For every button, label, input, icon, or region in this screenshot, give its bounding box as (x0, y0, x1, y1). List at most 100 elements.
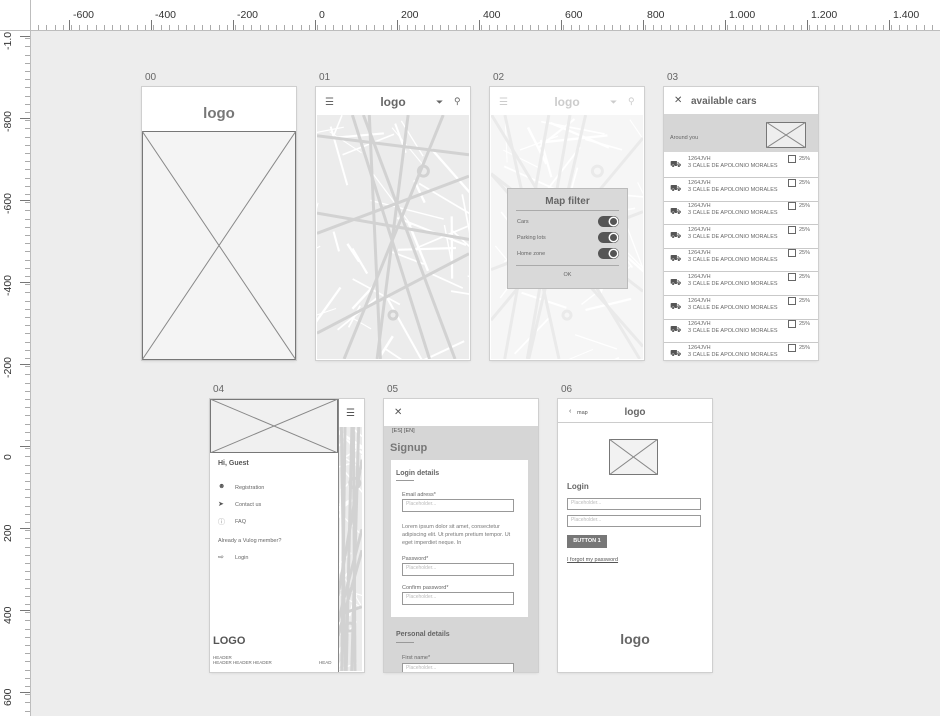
ruler-label: 800 (647, 9, 665, 21)
car-battery-percent: 25% (799, 156, 811, 162)
around-you-label: Around you (670, 135, 699, 141)
filter-label-cars: Cars (517, 219, 529, 225)
car-address: 3 CALLE DE APOLONIO MORALES (688, 233, 778, 240)
car-address: 3 CALLE DE APOLONIO MORALES (688, 186, 778, 193)
artboard-label-05[interactable]: 05 (387, 384, 398, 395)
ruler-label: -200 (237, 9, 259, 21)
car-icon: ⛟ (670, 277, 682, 287)
car-list-item[interactable]: ⛟ 1264JVH 3 CALLE DE APOLONIO MORALES 25% (664, 295, 818, 320)
login-heading: Login (567, 482, 589, 491)
password-label: Password* (402, 556, 429, 562)
artboard-label-00[interactable]: 00 (145, 72, 156, 83)
email-input[interactable]: Placeholder... (402, 499, 514, 512)
hamburger-menu-icon[interactable]: ☰ (346, 408, 355, 419)
artboard-00-splash[interactable]: logo (142, 87, 296, 360)
car-list-item[interactable]: ⛟ 1264JVH 3 CALLE DE APOLONIO MORALES 25% (664, 153, 818, 178)
car-list-item[interactable]: ⛟ 1264JVH 3 CALLE DE APOLONIO MORALES 25% (664, 318, 818, 344)
footer-logo: LOGO (213, 635, 246, 647)
username-input[interactable]: Placeholder... (567, 498, 701, 510)
city-map-behind (338, 427, 362, 671)
toggle-cars[interactable] (598, 216, 619, 227)
car-icon: ⛟ (670, 182, 682, 193)
filter-icon[interactable]: ⏷ (436, 97, 443, 108)
ruler-label: 1.000 (729, 9, 756, 21)
ruler-corner (0, 0, 31, 31)
artboard-label-01[interactable]: 01 (319, 72, 330, 83)
artboard-06-login[interactable]: ‹ map logo Login Placeholder... Placehol… (558, 399, 712, 672)
battery-icon (788, 178, 796, 187)
menu-item-login[interactable]: Login (235, 555, 248, 561)
ruler-label: -400 (155, 9, 177, 21)
car-list-item[interactable]: ⛟ 1264JVH 3 CALLE DE APOLONIO MORALES 25% (664, 224, 818, 249)
member-question: Already a Vulog member? (218, 538, 282, 544)
ok-button[interactable]: OK (508, 272, 627, 278)
artboard-label-03[interactable]: 03 (667, 72, 678, 83)
battery-icon (788, 343, 796, 352)
password-input[interactable]: Placeholder... (567, 515, 701, 527)
lorem-text: Lorem ipsum dolor sit amet, consectetur … (402, 524, 511, 546)
menu-item-contact-us[interactable]: Contact us (235, 502, 261, 508)
ruler-label: 400 (483, 9, 501, 21)
car-plate: 1264JVH (688, 203, 711, 210)
artboard-label-06[interactable]: 06 (561, 384, 572, 395)
help-icon: ⓘ (218, 519, 225, 526)
city-map[interactable] (317, 115, 469, 359)
car-icon: ⛟ (670, 253, 682, 264)
car-list-item[interactable]: ⛟ 1264JVH 3 CALLE DE APOLONIO MORALES 25% (664, 271, 818, 296)
filter-icon[interactable]: ⏷ (610, 97, 617, 108)
ruler-label: -600 (73, 9, 95, 21)
battery-icon (788, 225, 796, 234)
artboard-label-04[interactable]: 04 (213, 384, 224, 395)
toggle-parking-lots[interactable] (598, 232, 619, 243)
car-address: 3 CALLE DE APOLONIO MORALES (688, 351, 778, 358)
login-header-logo: logo (624, 407, 646, 418)
confirm-password-input[interactable]: Placeholder... (402, 592, 514, 605)
toggle-home-zone[interactable] (598, 248, 619, 259)
artboard-04-side-menu[interactable]: ☰ Hi, Guest ☻ Registration ➤ Contact us … (210, 399, 364, 672)
car-list-item[interactable]: ⛟ 1264JVH 3 CALLE DE APOLONIO MORALES 25% (664, 200, 818, 226)
forgot-password-link[interactable]: I forgot my password (567, 557, 618, 563)
car-address: 3 CALLE DE APOLONIO MORALES (688, 281, 778, 287)
filter-label-parking: Parking lots (517, 235, 546, 241)
password-input[interactable]: Placeholder... (402, 563, 514, 576)
battery-icon (788, 296, 796, 305)
ruler-label: -400 (2, 274, 14, 296)
artboard-05-signup[interactable]: ✕ [ES] [EN] Signup Login details Email a… (384, 399, 538, 672)
artboard-02-map-filter[interactable]: ☰ logo ⏷ ⚲ Map filter Cars Parking lots … (490, 87, 644, 360)
car-battery-percent: 25% (799, 203, 811, 210)
search-icon[interactable]: ⚲ (454, 96, 461, 107)
car-battery-percent: 25% (799, 297, 811, 304)
car-list-item[interactable]: ⛟ 1264JVH 3 CALLE DE APOLONIO MORALES 25% (664, 247, 818, 273)
car-plate: 1264JVH (688, 226, 711, 233)
car-list[interactable]: ⛟ 1264JVH 3 CALLE DE APOLONIO MORALES 25% ⛟ 1… (664, 153, 818, 360)
artboard-label-02[interactable]: 02 (493, 72, 504, 83)
login-bottom-logo: logo (620, 631, 650, 647)
signup-title: Signup (390, 442, 428, 454)
menu-item-faq[interactable]: FAQ (235, 519, 246, 525)
car-battery-percent: 25% (799, 344, 811, 351)
login-details-card: Login details Email adress* Placeholder.… (391, 460, 528, 617)
map-header-logo: logo (554, 95, 580, 109)
car-list-item[interactable]: ⛟ 1264JVH 3 CALLE DE APOLONIO MORALES 25% (664, 342, 818, 360)
button-1[interactable]: BUTTON 1 (567, 535, 607, 548)
car-list-item[interactable]: ⛟ 1264JVH 3 CALLE DE APOLONIO MORALES 25% (664, 177, 818, 202)
car-plate: 1264JVH (688, 274, 711, 280)
available-cars-title: available cars (691, 96, 757, 107)
battery-icon (788, 155, 796, 163)
language-switch[interactable]: [ES] [EN] (392, 428, 415, 434)
artboard-03-available-cars[interactable]: ✕ available cars Around you ⛟ 1264JVH 3 CA… (664, 87, 818, 360)
search-icon[interactable]: ⚲ (628, 96, 635, 107)
personal-details-heading: Personal details (396, 631, 450, 638)
user-icon: ☻ (218, 483, 226, 490)
image-placeholder-icon (210, 399, 338, 453)
car-plate: 1264JVH (688, 250, 711, 257)
close-icon[interactable]: ✕ (394, 407, 402, 418)
close-icon[interactable]: ✕ (674, 95, 682, 106)
menu-item-registration[interactable]: Registration (235, 485, 264, 491)
car-plate: 1264JVH (688, 344, 711, 351)
first-name-input[interactable]: Placeholder... (402, 663, 514, 672)
ruler-label: 0 (2, 454, 14, 460)
artboard-01-map[interactable]: ☰ logo ⏷ ⚲ (316, 87, 470, 360)
map-header-logo: logo (380, 95, 406, 109)
ruler-label: 1.400 (893, 9, 920, 21)
